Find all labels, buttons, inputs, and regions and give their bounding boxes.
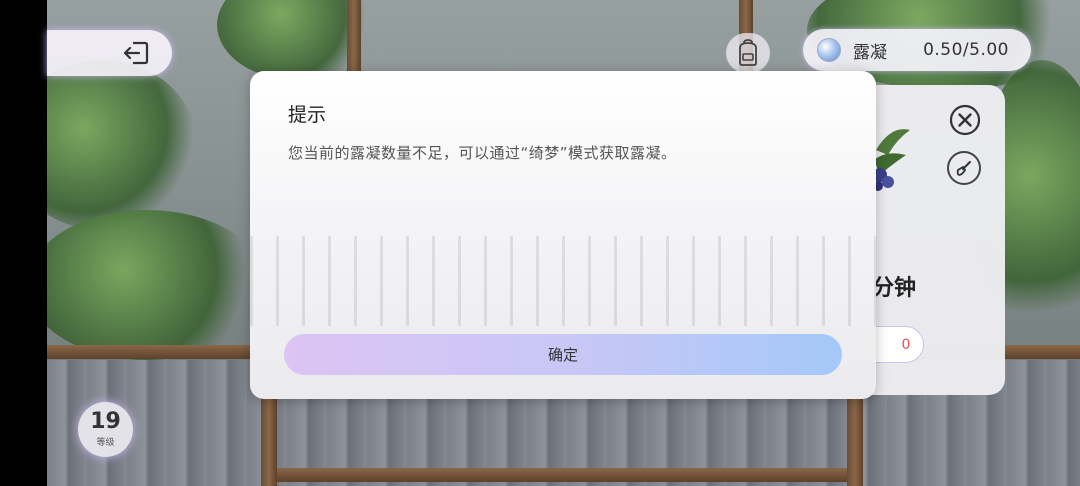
level-label: 等级 [96,438,115,448]
close-icon[interactable] [949,104,981,136]
level-badge[interactable]: 19 等级 [78,402,133,457]
dew-drop-icon [817,38,841,62]
dialog-title: 提示 [288,104,327,126]
dialog-background-railing [250,236,876,326]
exit-icon [123,41,149,65]
notice-dialog: 提示 您当前的露凝数量不足，可以通过“绮梦”模式获取露凝。 确定 [250,71,876,399]
level-number: 19 [90,409,121,434]
shovel-button[interactable] [947,151,981,185]
currency-value: 0.50/5.00 [923,40,1009,60]
screen-left-edge [0,0,47,486]
dew-currency-display: 露凝 0.50/5.00 [803,29,1031,71]
currency-label: 露凝 [853,42,887,63]
confirm-button[interactable]: 确定 [284,334,842,375]
dialog-message: 您当前的露凝数量不足，可以通过“绮梦”模式获取露凝。 [288,144,677,162]
shovel-icon [956,161,971,176]
backpack-button[interactable] [726,33,770,73]
plant-time-text: 分钟 [872,276,917,301]
fence-rail [277,468,847,482]
exit-button[interactable] [47,30,172,76]
backpack-icon [739,39,757,66]
